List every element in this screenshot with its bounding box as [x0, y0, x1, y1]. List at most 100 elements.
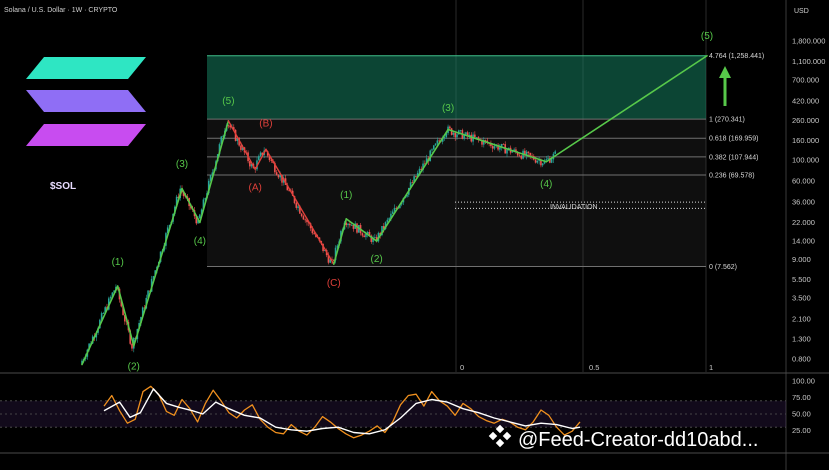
- chart-header-title: Solana / U.S. Dollar · 1W · CRYPTO: [4, 7, 118, 14]
- rsi-tick-label: 100.00: [792, 377, 815, 386]
- wave-label: (1): [112, 257, 124, 268]
- candle-body: [349, 223, 351, 226]
- y-tick-label: 160.000: [792, 136, 819, 145]
- currency-label: USD: [794, 8, 809, 15]
- candle-body: [456, 134, 458, 138]
- wave-label: (3): [176, 159, 188, 170]
- wave-label: (4): [194, 236, 206, 247]
- candle-body: [302, 216, 305, 220]
- candle-body: [374, 237, 376, 238]
- candle-body: [547, 158, 549, 160]
- wave-label: (2): [128, 362, 140, 373]
- candle-body: [529, 152, 532, 156]
- candle-body: [470, 134, 473, 142]
- y-tick-label: 22.000: [792, 218, 815, 227]
- candle-body: [295, 203, 298, 208]
- candle-body: [520, 155, 523, 159]
- candle-body: [465, 132, 467, 135]
- candle-body: [386, 219, 389, 223]
- rsi-tick-label: 75.00: [792, 393, 811, 402]
- wave-label: (5): [701, 31, 713, 42]
- y-tick-label: 420.000: [792, 96, 819, 105]
- candle-body: [459, 130, 462, 131]
- candle-body: [449, 126, 451, 129]
- candle-body: [474, 134, 476, 138]
- candle-body: [347, 223, 349, 225]
- watermark-text: @Feed-Creator-dd10abd...: [518, 429, 758, 451]
- candle-body: [352, 225, 355, 229]
- fib-level-label: 4.764 (1,258.441): [709, 53, 764, 60]
- wave-label: (2): [371, 254, 383, 265]
- fib-level-label: 0.382 (107.944): [709, 154, 758, 161]
- rsi-tick-label: 50.00: [792, 410, 811, 419]
- candle-body: [527, 151, 530, 153]
- fib-extension-zone: [207, 55, 706, 120]
- y-tick-label: 0.800: [792, 355, 811, 364]
- candle-body: [541, 163, 544, 166]
- y-tick-label: 100.000: [792, 156, 819, 165]
- candle-body: [554, 151, 557, 154]
- x-tick-label: 1: [709, 363, 713, 372]
- candle-body: [361, 233, 364, 236]
- candle-body: [454, 132, 457, 138]
- x-tick-label: 0: [460, 363, 464, 372]
- candle-body: [304, 219, 307, 221]
- ticker-label: $SOL: [50, 181, 76, 192]
- candle-body: [452, 132, 455, 135]
- logo-stripe: [26, 90, 146, 112]
- y-tick-label: 1,100.000: [792, 57, 825, 66]
- wave-label: (1): [340, 190, 352, 201]
- candle-body: [431, 149, 433, 151]
- y-tick-label: 1,800.000: [792, 37, 825, 46]
- candle-body: [499, 147, 501, 150]
- wave-label: (4): [540, 179, 552, 190]
- candle-body: [415, 176, 417, 178]
- wave-label: (C): [327, 278, 341, 289]
- y-tick-label: 36.000: [792, 198, 815, 207]
- candle-body: [506, 149, 508, 154]
- wave-label: (3): [442, 103, 454, 114]
- invalidation-label: INVALIDATION: [550, 204, 598, 211]
- candle-body: [432, 145, 435, 150]
- fib-retracement-zone: [207, 119, 706, 267]
- fib-level-label: 0.236 (69.578): [709, 173, 755, 180]
- candle-body: [536, 160, 539, 163]
- y-tick-label: 1.300: [792, 334, 811, 343]
- candle-body: [109, 296, 112, 299]
- price-chart: 0 0.5 1 Solana / U.S. Dollar · 1W · CRYPTO U…: [0, 0, 829, 470]
- x-tick-label: 0.5: [589, 363, 599, 372]
- candle-body: [350, 225, 353, 226]
- candle-body: [518, 155, 521, 157]
- candle-body: [502, 143, 505, 145]
- candle-body: [297, 206, 299, 208]
- y-tick-label: 60.000: [792, 177, 815, 186]
- candle-body: [534, 159, 537, 163]
- candle-body: [436, 140, 439, 144]
- y-tick-label: 14.000: [792, 237, 815, 246]
- y-tick-label: 9.000: [792, 255, 811, 264]
- y-tick-label: 260.000: [792, 116, 819, 125]
- candle-body: [240, 145, 242, 150]
- candle-body: [275, 172, 278, 176]
- candle-body: [259, 152, 262, 157]
- fib-level-label: 1 (270.341): [709, 117, 745, 124]
- candle-body: [363, 235, 365, 238]
- candle-body: [391, 211, 394, 214]
- y-tick-label: 5.500: [792, 275, 811, 284]
- logo-stripe: [26, 57, 146, 79]
- wave-label: (A): [249, 182, 262, 193]
- rsi-tick-label: 25.00: [792, 426, 811, 435]
- chart-screenshot: 0 0.5 1 Solana / U.S. Dollar · 1W · CRYPTO U…: [0, 0, 829, 470]
- fib-level-label: 0.618 (169.959): [709, 136, 758, 143]
- solana-logo: [26, 57, 146, 146]
- candle-body: [434, 143, 437, 146]
- y-tick-label: 700.000: [792, 75, 819, 84]
- logo-stripe: [26, 124, 146, 146]
- candle-body: [277, 175, 280, 178]
- candle-body: [257, 156, 260, 161]
- candle-body: [131, 343, 133, 349]
- fib-level-label: 0 (7.562): [709, 264, 737, 271]
- candle-body: [491, 146, 494, 149]
- wave-label: (5): [222, 96, 234, 107]
- candle-body: [545, 159, 548, 161]
